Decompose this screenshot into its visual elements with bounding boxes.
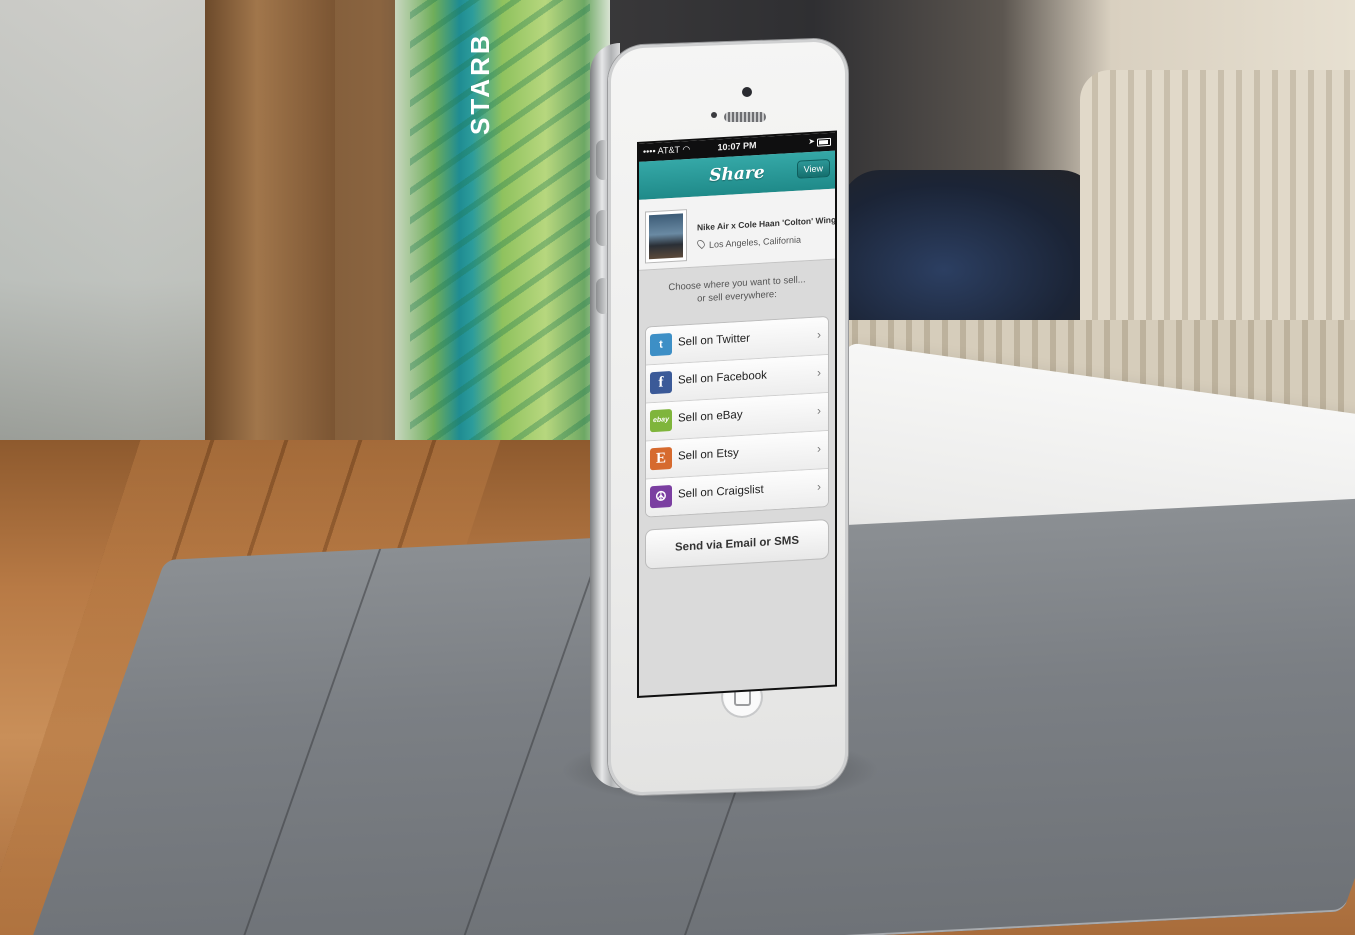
battery-icon bbox=[817, 137, 831, 147]
etsy-icon: E bbox=[650, 446, 672, 471]
sell-options-list: t Sell on Twitter › f Sell on Facebook ›… bbox=[645, 315, 829, 518]
listing-card[interactable]: Nike Air x Cole Haan 'Colton' Wingtips L… bbox=[639, 188, 837, 271]
chevron-right-icon: › bbox=[817, 403, 821, 418]
facebook-icon: f bbox=[650, 370, 672, 395]
option-label: Sell on Twitter bbox=[678, 332, 751, 349]
view-button[interactable]: View bbox=[796, 158, 830, 179]
photo-scene: STARB •••• AT&T ◠ 10:07 PM ➤ Share View bbox=[0, 0, 1355, 935]
cup-logo-text: STARB bbox=[465, 32, 495, 135]
cover-fold bbox=[228, 548, 382, 935]
option-label: Sell on Craigslist bbox=[678, 483, 764, 501]
chevron-right-icon: › bbox=[817, 479, 821, 494]
proximity-sensor bbox=[711, 112, 717, 118]
location-pin-icon bbox=[695, 238, 707, 250]
listing-title: Nike Air x Cole Haan 'Colton' Wingtips bbox=[697, 213, 837, 233]
send-email-sms-button[interactable]: Send via Email or SMS bbox=[645, 518, 829, 570]
option-label: Sell on Facebook bbox=[678, 369, 767, 387]
chevron-right-icon: › bbox=[817, 365, 821, 380]
option-label: Sell on eBay bbox=[678, 408, 743, 425]
listing-location: Los Angeles, California bbox=[695, 233, 802, 251]
ebay-icon: ebay bbox=[650, 408, 672, 433]
twitter-icon: t bbox=[650, 332, 672, 357]
chevron-right-icon: › bbox=[817, 441, 821, 456]
craigslist-icon: ☮ bbox=[650, 484, 672, 509]
location-text: Los Angeles, California bbox=[709, 234, 802, 250]
location-arrow-icon: ➤ bbox=[808, 136, 815, 147]
earpiece-speaker bbox=[724, 112, 766, 122]
option-label: Sell on Etsy bbox=[678, 447, 739, 463]
front-camera bbox=[742, 87, 752, 97]
phone-screen: •••• AT&T ◠ 10:07 PM ➤ Share View Nike A… bbox=[637, 130, 837, 698]
chevron-right-icon: › bbox=[817, 327, 821, 342]
listing-thumbnail bbox=[645, 209, 687, 264]
